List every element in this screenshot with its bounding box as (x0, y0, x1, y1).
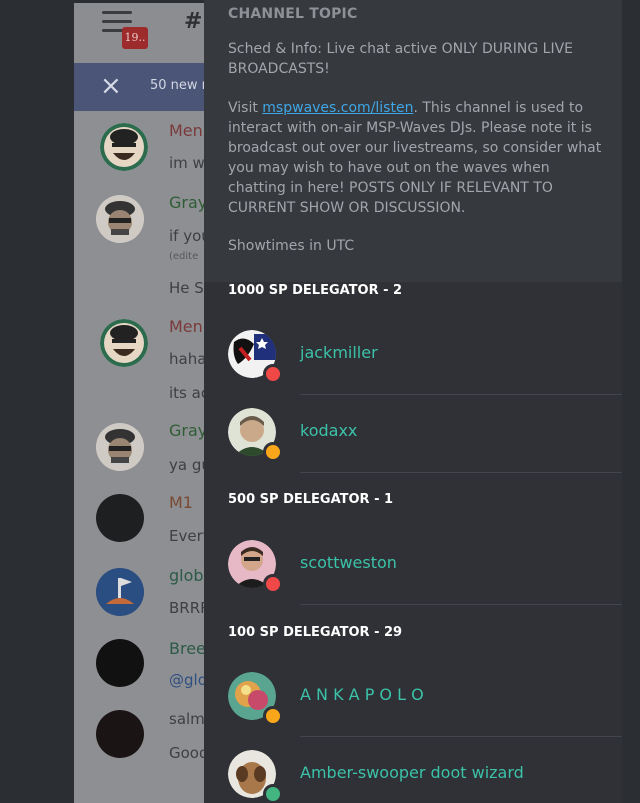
avatar[interactable] (96, 423, 144, 471)
close-icon[interactable]: × (100, 71, 122, 101)
avatar[interactable] (96, 195, 144, 243)
member-name[interactable]: scottweston (300, 553, 397, 572)
divider (300, 472, 622, 473)
message-author[interactable]: Men (169, 317, 203, 336)
member-group-header: 500 SP DELEGATOR - 1 (228, 492, 394, 507)
edited-label: (edite (169, 251, 199, 262)
channel-info-panel: CHANNEL TOPIC Sched & Info: Live chat ac… (204, 0, 622, 803)
avatar[interactable] (100, 319, 148, 367)
member-name[interactable]: jackmiller (300, 343, 378, 362)
member-name[interactable]: kodaxx (300, 421, 357, 440)
unread-badge: 19.. (122, 27, 148, 49)
status-idle-icon (263, 706, 283, 726)
avatar[interactable] (100, 123, 148, 171)
member-group-header: 100 SP DELEGATOR - 29 (228, 625, 403, 640)
member-item[interactable]: scottweston (204, 527, 622, 605)
member-name[interactable]: Amber-swooper doot wizard (300, 763, 524, 782)
new-messages-text: 50 new r (150, 78, 208, 93)
member-group-header: 1000 SP DELEGATOR - 2 (228, 283, 403, 298)
member-name[interactable]: A N K A P O L O (300, 685, 424, 704)
message-text: Good (169, 744, 209, 762)
avatar[interactable] (96, 568, 144, 616)
avatar[interactable] (96, 639, 144, 687)
status-idle-icon (263, 442, 283, 462)
member-item[interactable]: Amber-swooper doot wizard (204, 737, 622, 803)
avatar[interactable] (96, 710, 144, 758)
message-author[interactable]: globi (169, 566, 208, 585)
member-item[interactable]: kodaxx (204, 395, 622, 473)
message-author[interactable]: Gray (169, 193, 207, 212)
message-author[interactable]: Men (169, 121, 203, 140)
left-frame (0, 0, 74, 803)
channel-topic-section: CHANNEL TOPIC Sched & Info: Live chat ac… (204, 0, 622, 282)
status-online-icon (263, 784, 283, 803)
topic-description: . This channel is used to interact with … (228, 100, 602, 216)
avatar[interactable] (96, 494, 144, 542)
member-item[interactable]: jackmiller (204, 317, 622, 395)
message-text: haha (169, 350, 207, 368)
right-frame (622, 0, 640, 803)
message-text: @glo (169, 671, 207, 689)
message-text: im w (169, 154, 205, 172)
visit-prefix: Visit (228, 100, 263, 116)
message-author[interactable]: Gray (169, 421, 207, 440)
divider (300, 604, 622, 605)
status-dnd-icon (263, 574, 283, 594)
message-text: salm (169, 710, 205, 728)
mspwaves-link[interactable]: mspwaves.com/listen (262, 100, 413, 116)
topic-line-sched: Sched & Info: Live chat active ONLY DURI… (228, 41, 574, 77)
message-author[interactable]: M1 (169, 493, 193, 512)
channel-topic-title: CHANNEL TOPIC (228, 6, 358, 22)
status-dnd-icon (263, 364, 283, 384)
topic-line-visit: Visit mspwaves.com/listen. This channel … (228, 98, 606, 218)
message-text: He S (169, 279, 204, 297)
topic-line-showtimes: Showtimes in UTC (228, 238, 355, 254)
member-item[interactable]: A N K A P O L O (204, 659, 622, 737)
